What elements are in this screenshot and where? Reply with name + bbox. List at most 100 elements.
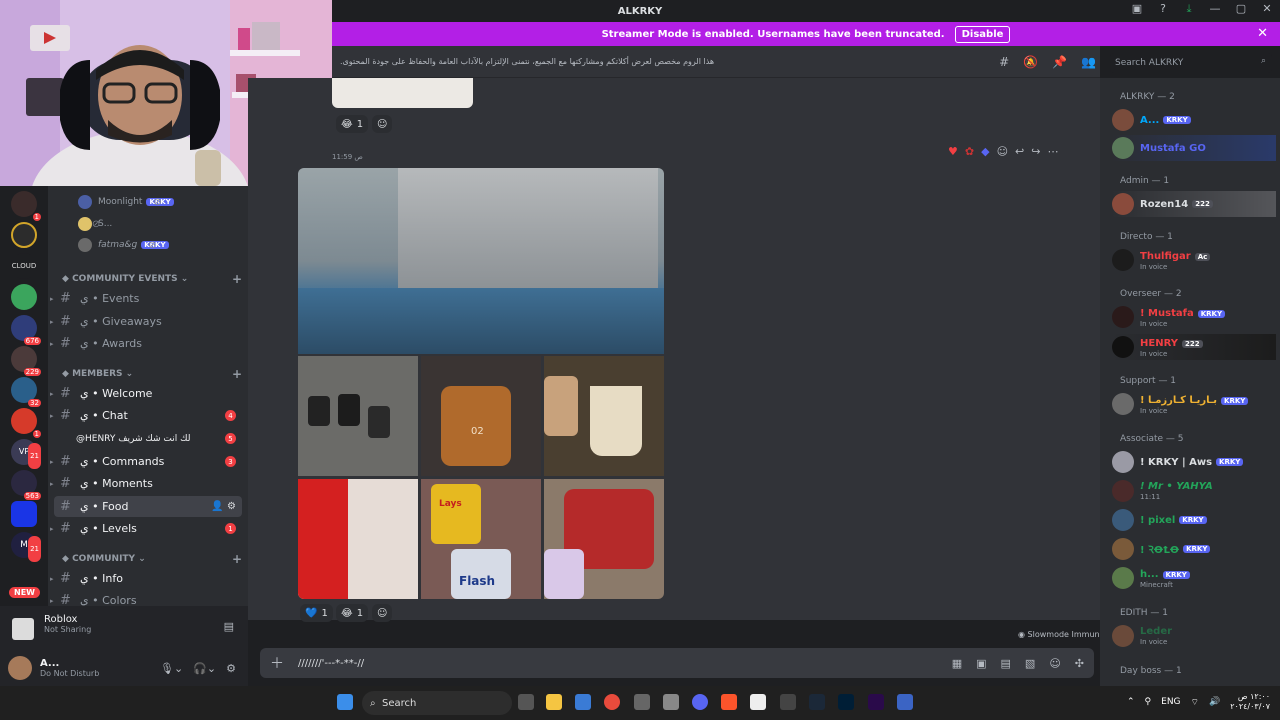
language-indicator[interactable]: ENG [1161,697,1180,707]
volume-icon[interactable]: 🔊 [1209,697,1220,707]
message-composer[interactable]: ＋ ///////'---*-**-// ▦ ▣ ▤ ▧ ☺ ✣ [260,648,1094,678]
screen-share-icon[interactable]: ▤ [224,620,234,633]
member-row[interactable]: HENRY 222 In voice [1112,334,1276,360]
server-icon[interactable]: VP 21 [11,439,41,469]
server-icon[interactable]: 1 [11,408,41,438]
add-reaction-icon[interactable]: ☺ [997,145,1008,158]
microphone-icon[interactable]: 🎙⌄ [160,662,183,675]
member-row[interactable]: Mustafa GO [1112,135,1276,161]
tray-chevron-icon[interactable]: ⌃ [1127,697,1135,707]
channel-moments[interactable]: ▸ # ي • Moments [50,473,242,494]
server-icon[interactable]: 1 [11,191,41,221]
minimize-button[interactable]: — [1208,2,1222,16]
task-view-icon[interactable] [518,694,534,710]
photo[interactable]: Lays Flash [421,479,541,599]
file-explorer-icon[interactable] [546,694,562,710]
add-channel-icon[interactable]: + [232,367,242,381]
app-icon[interactable] [780,694,796,710]
photo[interactable] [544,356,664,476]
app-icon[interactable] [663,694,679,710]
member-row[interactable]: ! KRKY | Aws KRKY [1112,449,1276,475]
headphones-icon[interactable]: 🎧⌄ [193,662,216,675]
search-input[interactable]: Search ALKRKY ⌕ [1110,53,1272,73]
photo[interactable] [298,479,418,599]
start-icon[interactable] [337,694,353,710]
member-row[interactable]: Leder In voice [1112,623,1276,649]
reaction[interactable]: 😂 1 [336,115,369,133]
server-icon[interactable] [11,501,37,527]
server-icon[interactable]: M 21 [11,532,41,562]
category-community[interactable]: ◆ COMMUNITY ⌄ + [62,552,242,566]
category-community-events[interactable]: ◆ COMMUNITY EVENTS ⌄ + [62,272,242,286]
reaction[interactable]: 😂 1 [336,604,369,622]
add-channel-icon[interactable]: + [232,552,242,566]
member-row[interactable]: A... KRKY [1112,107,1276,133]
help-icon[interactable]: ? [1156,2,1170,16]
server-icon[interactable]: 32 [11,377,41,407]
server-icon[interactable]: 676 [11,315,41,345]
server-icon[interactable]: 563 [11,470,41,500]
server-icon[interactable]: 229 [11,346,41,376]
server-icon[interactable]: CLOUD [11,253,37,279]
channel-levels[interactable]: ▸ # ي • Levels 1 [50,518,242,539]
voice-user[interactable]: S... ⊘ [78,215,112,233]
emoji-reaction-icon[interactable]: ◆ [981,145,989,158]
premiere-icon[interactable] [868,694,884,710]
close-icon[interactable]: ✕ [1257,26,1268,41]
steam-icon[interactable] [809,694,825,710]
app-icon[interactable] [750,694,766,710]
channel-chat[interactable]: ▸ # ي • Chat 4 [50,405,242,426]
server-icon[interactable] [11,222,37,248]
add-reaction-button[interactable]: ☺ [372,115,393,133]
activity-card[interactable]: Roblox Not Sharing ▤ [8,614,240,648]
network-icon[interactable]: ⌔ [1191,697,1199,708]
reaction[interactable]: 💙 1 [300,604,333,622]
invite-and-settings-icons[interactable]: 👤 ⚙ [211,501,236,512]
user-info[interactable]: A... Do Not Disturb 🎙⌄ 🎧⌄ ⚙ [8,654,240,682]
member-row[interactable]: h... KRKY Minecraft [1112,565,1276,591]
channel-events[interactable]: ▸ # ي • Events [50,288,242,309]
photo[interactable]: 02 [421,356,541,476]
gif-icon[interactable]: ▤ [1001,657,1011,670]
category-members[interactable]: ◆ MEMBERS ⌄ + [62,367,242,381]
threads-icon[interactable]: # [999,55,1009,69]
emoji-icon[interactable]: ☺ [1049,657,1060,670]
chrome-icon[interactable] [604,694,620,710]
rose-reaction-icon[interactable]: ✿ [965,145,974,158]
sticker-icon[interactable]: ▧ [1025,657,1035,670]
server-icon[interactable] [11,284,37,310]
thread-henry[interactable]: @HENRY لك انت شك شريف 5 [54,428,242,449]
tray-icon[interactable]: ⚲ [1145,697,1152,707]
voice-user[interactable]: fatma&g KRKY ⊘ [78,236,169,254]
photo[interactable] [298,168,664,354]
inbox-icon[interactable]: ▣ [1130,2,1144,16]
member-row[interactable]: Rozen14 222 [1112,191,1276,217]
add-channel-icon[interactable]: + [232,272,242,286]
more-icon[interactable]: ⋯ [1047,145,1058,158]
photo[interactable] [544,479,664,599]
voice-user[interactable]: Moonlight KRKY ⊘ [78,193,174,211]
activities-icon[interactable]: ✣ [1075,657,1084,670]
channel-awards[interactable]: ▸ # ي • Awards [50,333,242,354]
member-list-icon[interactable]: 👥 [1081,55,1096,69]
photoshop-icon[interactable] [838,694,854,710]
member-row[interactable]: ! بـاريـا كـارزمـا KRKY In voice [1112,391,1276,417]
add-reaction-button[interactable]: ☺ [372,604,393,622]
store-icon[interactable] [575,694,591,710]
download-icon[interactable]: ⤓ [1182,2,1196,16]
discord-taskbar-icon[interactable] [692,694,708,710]
plus-icon[interactable]: ＋ [270,653,284,673]
gift-icon[interactable]: ▣ [976,657,986,670]
maximize-button[interactable]: ▢ [1234,2,1248,16]
photo[interactable] [298,356,418,476]
notifications-icon[interactable]: 🔕 [1023,55,1038,69]
channel-commands[interactable]: ▸ # ي • Commands 3 [50,451,242,472]
disable-button[interactable]: Disable [954,25,1011,43]
channel-food[interactable]: # ي • Food 👤 ⚙ [54,496,242,517]
close-button[interactable]: ✕ [1260,2,1274,16]
member-row[interactable]: Thulfigar Ac In voice [1112,247,1276,273]
app-icon[interactable] [897,694,913,710]
heart-reaction-icon[interactable]: ♥ [948,145,958,158]
clock[interactable]: ١٢:٠٠ ص ٢٠٢٤/٠٣/٠٧ [1230,692,1270,712]
member-row[interactable]: ! pixel KRKY [1112,507,1276,533]
